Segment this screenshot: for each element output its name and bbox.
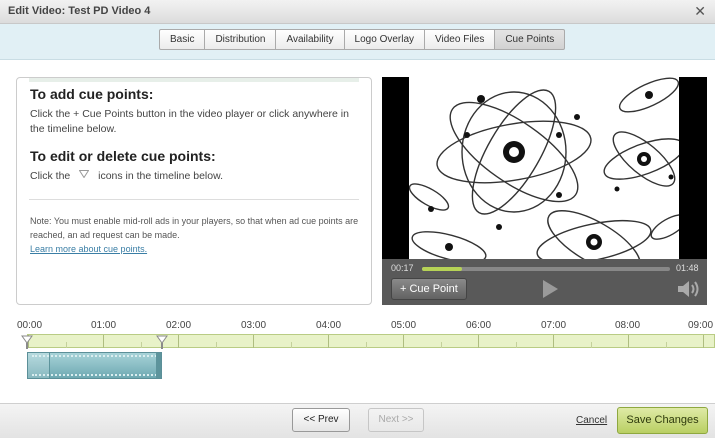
timeline-minor-tick: [665, 342, 667, 348]
tab-logo-overlay[interactable]: Logo Overlay: [344, 29, 426, 50]
tab-distribution[interactable]: Distribution: [205, 29, 277, 50]
add-cue-point-button[interactable]: + Cue Point: [391, 278, 467, 300]
cue-marker-icon: [79, 170, 90, 178]
cancel-link[interactable]: Cancel: [576, 415, 607, 426]
timeline-label: 00:00: [17, 320, 43, 331]
clip-film-dots: [32, 355, 157, 358]
play-icon[interactable]: [540, 279, 560, 299]
tab-strip: Basic Distribution Availability Logo Ove…: [0, 24, 715, 60]
timeline-tick: [553, 335, 554, 348]
tab-list: Basic Distribution Availability Logo Ove…: [159, 29, 566, 50]
timeline-label: 07:00: [541, 320, 567, 331]
timeline-label: 04:00: [316, 320, 342, 331]
save-changes-button[interactable]: Save Changes: [617, 407, 708, 434]
timeline-label: 03:00: [241, 320, 267, 331]
dialog-title: Edit Video: Test PD Video 4: [8, 5, 151, 17]
clip-resize-handle[interactable]: [156, 353, 161, 378]
edit-cue-points-heading: To edit or delete cue points:: [30, 148, 216, 164]
clip-film-dots: [32, 373, 157, 376]
timeline-tick: [178, 335, 179, 348]
cue-marker-icon[interactable]: [21, 335, 33, 349]
video-frame: [409, 77, 679, 259]
add-cue-points-text: Click the + Cue Points button in the vid…: [30, 108, 349, 135]
video-clip-track[interactable]: [27, 352, 162, 379]
timeline-tick: [628, 335, 629, 348]
timeline-minor-tick: [440, 342, 442, 348]
prev-button[interactable]: << Prev: [292, 408, 350, 432]
volume-icon[interactable]: [676, 279, 700, 299]
edit-text-prefix: Click the: [30, 170, 71, 182]
panel-top-rule: [29, 78, 359, 82]
tab-availability[interactable]: Availability: [276, 29, 345, 50]
learn-more-link[interactable]: Learn more about cue points.: [30, 244, 147, 254]
timeline-labels: 00:00 01:00 02:00 03:00 04:00 05:00 06:0…: [0, 320, 715, 334]
next-button[interactable]: Next >>: [368, 408, 424, 432]
tab-video-files[interactable]: Video Files: [425, 29, 496, 50]
edit-cue-points-text: Click the icons in the timeline below.: [30, 169, 223, 184]
mid-roll-note: Note: You must enable mid-roll ads in yo…: [30, 216, 359, 240]
cue-marker-icon[interactable]: [156, 335, 168, 349]
close-icon[interactable]: ✕: [694, 3, 706, 20]
timeline-tick: [403, 335, 404, 348]
timeline-label: 05:00: [391, 320, 417, 331]
dialog-footer: << Prev Next >> Cancel Save Changes: [0, 403, 715, 438]
tab-cue-points[interactable]: Cue Points: [495, 29, 566, 50]
timeline-minor-tick: [140, 342, 142, 348]
video-viewport[interactable]: [382, 77, 707, 259]
timeline-ruler[interactable]: [27, 334, 715, 348]
duration-time: 01:48: [676, 263, 699, 273]
timeline-label: 06:00: [466, 320, 492, 331]
edit-text-suffix: icons in the timeline below.: [98, 170, 224, 182]
tab-basic[interactable]: Basic: [159, 29, 206, 50]
progress-fill: [422, 267, 462, 271]
timeline-tick: [328, 335, 329, 348]
add-cue-points-heading: To add cue points:: [30, 86, 154, 102]
timeline-label: 02:00: [166, 320, 192, 331]
timeline-minor-tick: [65, 342, 67, 348]
timeline-label: 08:00: [615, 320, 641, 331]
timeline-minor-tick: [515, 342, 517, 348]
timeline-tick: [103, 335, 104, 348]
timeline-label: 01:00: [91, 320, 117, 331]
timeline-tick: [703, 335, 704, 348]
timeline-label: 09:00: [688, 320, 714, 331]
atom-artwork-image: [409, 77, 679, 259]
timeline-tick: [478, 335, 479, 348]
progress-bar[interactable]: [422, 267, 670, 271]
video-player: 00:17 01:48 + Cue Point: [382, 77, 707, 305]
cue-points-help-panel: To add cue points: Click the + Cue Point…: [16, 77, 372, 305]
timeline-minor-tick: [365, 342, 367, 348]
timeline-minor-tick: [215, 342, 217, 348]
timeline-minor-tick: [590, 342, 592, 348]
timeline-tick: [253, 335, 254, 348]
timeline-minor-tick: [290, 342, 292, 348]
current-time: 00:17: [391, 263, 414, 273]
dialog-titlebar: Edit Video: Test PD Video 4 ✕: [0, 0, 715, 24]
panel-divider: [29, 199, 359, 200]
player-controls: 00:17 01:48 + Cue Point: [382, 259, 707, 305]
